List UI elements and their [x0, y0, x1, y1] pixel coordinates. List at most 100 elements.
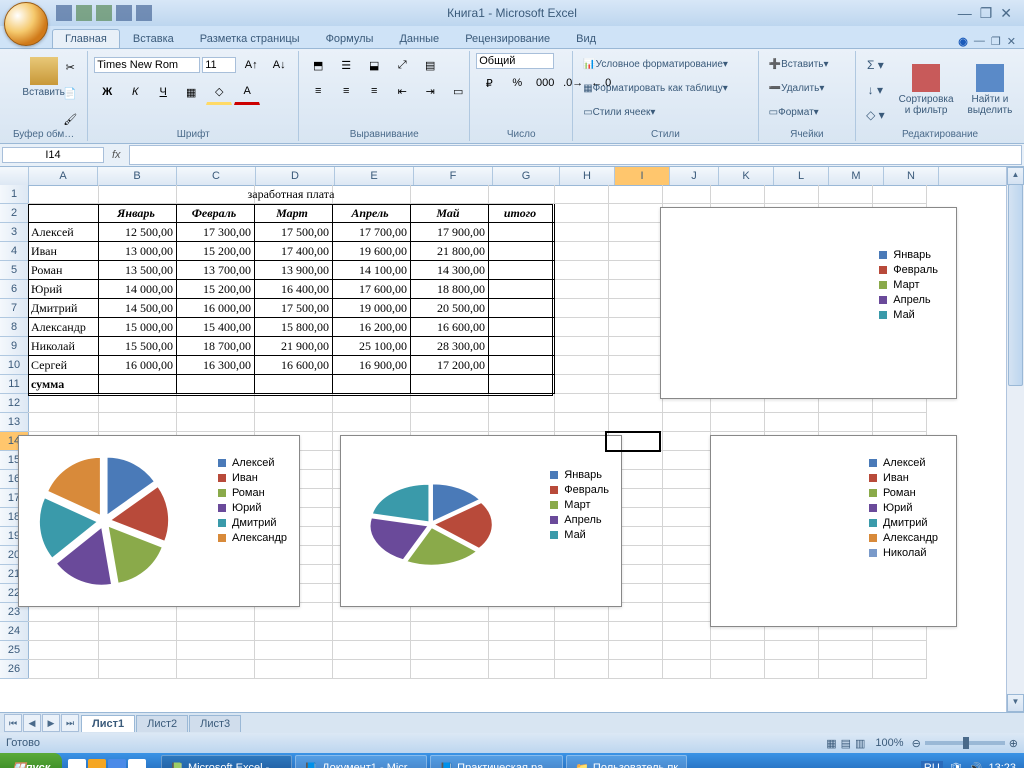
cell-I8[interactable]: [606, 318, 663, 337]
cell-D5[interactable]: 13 900,00: [252, 261, 333, 280]
cell-D12[interactable]: [252, 394, 333, 413]
cell-H24[interactable]: [552, 622, 609, 641]
cell-I25[interactable]: [606, 641, 663, 660]
cell-I1[interactable]: [606, 185, 663, 204]
cell-K25[interactable]: [708, 641, 765, 660]
cell-C6[interactable]: 15 200,00: [174, 280, 255, 299]
conditional-formatting-button[interactable]: 📊 Условное форматирование ▾: [579, 53, 759, 77]
cell-A9[interactable]: Николай: [28, 337, 99, 356]
cell-H26[interactable]: [552, 660, 609, 679]
tab-nav-next[interactable]: ▶: [42, 714, 60, 732]
cell-A1[interactable]: заработная плата: [28, 185, 555, 204]
cell-K13[interactable]: [708, 413, 765, 432]
quick-print-icon[interactable]: [136, 5, 152, 21]
ribbon-tab-0[interactable]: Главная: [52, 29, 120, 48]
cell-F9[interactable]: 28 300,00: [408, 337, 489, 356]
formula-input[interactable]: [129, 145, 1022, 165]
cell-B13[interactable]: [96, 413, 177, 432]
cell-N13[interactable]: [870, 413, 927, 432]
cell-D4[interactable]: 17 400,00: [252, 242, 333, 261]
cell-J20[interactable]: [660, 546, 711, 565]
col-header-A[interactable]: A: [29, 167, 98, 185]
merge-button[interactable]: ▭: [445, 79, 471, 103]
minimize-button[interactable]: —: [958, 5, 972, 22]
cell-N1[interactable]: [870, 185, 927, 204]
cell-C7[interactable]: 16 000,00: [174, 299, 255, 318]
chart-pie-months[interactable]: ЯнварьФевральМартАпрельМай: [340, 435, 622, 607]
cell-J16[interactable]: [660, 470, 711, 489]
cell-H3[interactable]: [552, 223, 609, 242]
cell-J23[interactable]: [660, 603, 711, 622]
cell-F11[interactable]: [408, 375, 489, 394]
cell-G10[interactable]: [486, 356, 555, 375]
row-header-5[interactable]: 5: [0, 261, 28, 280]
view-layout-button[interactable]: ▤: [841, 737, 851, 750]
col-header-F[interactable]: F: [414, 167, 493, 185]
help-button[interactable]: ◉: [958, 35, 968, 48]
worksheet[interactable]: ABCDEFGHIJKLMN 1234567891011121314151617…: [0, 167, 1024, 712]
cell-I2[interactable]: [606, 204, 663, 223]
tab-nav-last[interactable]: ⏭: [61, 714, 79, 732]
cell-F26[interactable]: [408, 660, 489, 679]
align-left-button[interactable]: ≡: [305, 79, 331, 103]
zoom-in-button[interactable]: ⊕: [1009, 737, 1018, 750]
cell-B8[interactable]: 15 000,00: [96, 318, 177, 337]
cell-J25[interactable]: [660, 641, 711, 660]
col-header-I[interactable]: I: [615, 167, 670, 185]
cell-D8[interactable]: 15 800,00: [252, 318, 333, 337]
cell-I10[interactable]: [606, 356, 663, 375]
cell-G5[interactable]: [486, 261, 555, 280]
cell-H9[interactable]: [552, 337, 609, 356]
cell-B11[interactable]: [96, 375, 177, 394]
tray-icon[interactable]: 🔊: [969, 762, 983, 768]
cell-F7[interactable]: 20 500,00: [408, 299, 489, 318]
cell-C4[interactable]: 15 200,00: [174, 242, 255, 261]
sort-filter-button[interactable]: Сортировка и фильтр: [895, 53, 958, 127]
cell-J1[interactable]: [660, 185, 711, 204]
cell-I13[interactable]: [606, 413, 663, 432]
cut-button[interactable]: ✂: [57, 55, 83, 79]
row-header-13[interactable]: 13: [0, 413, 28, 432]
cell-G6[interactable]: [486, 280, 555, 299]
cell-E2[interactable]: Апрель: [330, 204, 411, 223]
col-header-J[interactable]: J: [670, 167, 719, 185]
cell-A5[interactable]: Роман: [28, 261, 99, 280]
cell-L1[interactable]: [762, 185, 819, 204]
taskbar-item-2[interactable]: 📘Практическая ра…: [430, 755, 563, 768]
grow-font-button[interactable]: A↑: [238, 53, 264, 77]
cell-I4[interactable]: [606, 242, 663, 261]
cell-M26[interactable]: [816, 660, 873, 679]
close-button[interactable]: ✕: [1000, 5, 1012, 22]
cell-K1[interactable]: [708, 185, 765, 204]
row-header-12[interactable]: 12: [0, 394, 28, 413]
cell-E4[interactable]: 19 600,00: [330, 242, 411, 261]
row-header-7[interactable]: 7: [0, 299, 28, 318]
cell-F5[interactable]: 14 300,00: [408, 261, 489, 280]
cell-H5[interactable]: [552, 261, 609, 280]
cell-G24[interactable]: [486, 622, 555, 641]
wrap-text-button[interactable]: ▤: [417, 53, 443, 77]
taskbar-item-1[interactable]: 📘Документ1 - Micr…: [295, 755, 427, 768]
autosum-button[interactable]: Σ ▾: [862, 53, 889, 77]
taskbar-item-3[interactable]: 📁Пользователь пк: [566, 755, 687, 768]
underline-button[interactable]: Ч: [150, 80, 176, 104]
align-right-button[interactable]: ≡: [361, 79, 387, 103]
cell-C25[interactable]: [174, 641, 255, 660]
cell-H2[interactable]: [552, 204, 609, 223]
cell-A8[interactable]: Александр: [28, 318, 99, 337]
cell-F12[interactable]: [408, 394, 489, 413]
cell-I26[interactable]: [606, 660, 663, 679]
fill-button[interactable]: ↓ ▾: [862, 78, 889, 102]
cell-E8[interactable]: 16 200,00: [330, 318, 411, 337]
language-indicator[interactable]: RU: [921, 761, 943, 768]
cell-G4[interactable]: [486, 242, 555, 261]
cell-J15[interactable]: [660, 451, 711, 470]
cell-D25[interactable]: [252, 641, 333, 660]
cell-H10[interactable]: [552, 356, 609, 375]
col-header-B[interactable]: B: [98, 167, 177, 185]
cell-I9[interactable]: [606, 337, 663, 356]
cell-E26[interactable]: [330, 660, 411, 679]
sheet-tab-0[interactable]: Лист1: [81, 715, 135, 732]
increase-indent-button[interactable]: ⇥: [417, 79, 443, 103]
cell-F8[interactable]: 16 600,00: [408, 318, 489, 337]
